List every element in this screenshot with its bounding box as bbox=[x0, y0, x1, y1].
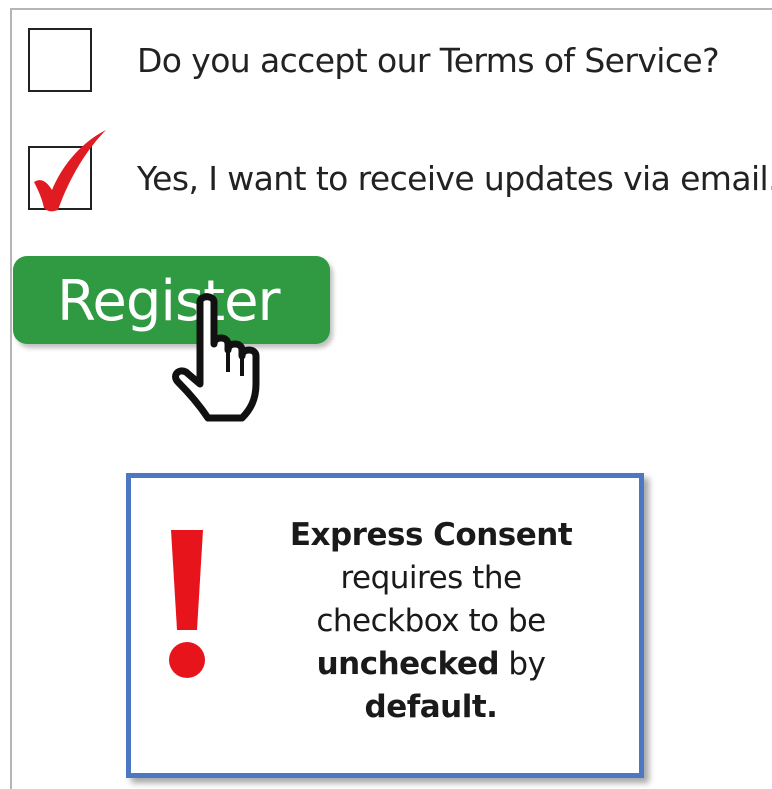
notice-line-4: default. bbox=[364, 689, 498, 725]
hand-pointer-cursor-icon bbox=[172, 293, 260, 422]
email-updates-checkbox[interactable] bbox=[28, 130, 106, 212]
email-updates-option-row: Yes, I want to receive updates via email… bbox=[28, 130, 772, 212]
email-updates-checkbox-label: Yes, I want to receive updates via email… bbox=[137, 158, 772, 198]
notice-heading: Express Consent bbox=[289, 517, 573, 553]
express-consent-notice: Express Consent requires the checkbox to… bbox=[126, 473, 644, 778]
notice-message: Express Consent requires the checkbox to… bbox=[251, 514, 611, 729]
notice-line-1: requires the bbox=[340, 560, 522, 596]
notice-line-3: unchecked by bbox=[251, 643, 611, 686]
exclamation-mark-icon bbox=[169, 530, 205, 678]
notice-line-2: checkbox to be bbox=[316, 603, 546, 639]
terms-checkbox[interactable] bbox=[28, 28, 92, 92]
red-checkmark-icon bbox=[34, 130, 106, 212]
notice-emphasis: unchecked bbox=[316, 646, 500, 682]
terms-option-row: Do you accept our Terms of Service? bbox=[28, 28, 720, 92]
terms-checkbox-label: Do you accept our Terms of Service? bbox=[137, 40, 720, 80]
notice-line-3-tail: by bbox=[499, 646, 546, 682]
